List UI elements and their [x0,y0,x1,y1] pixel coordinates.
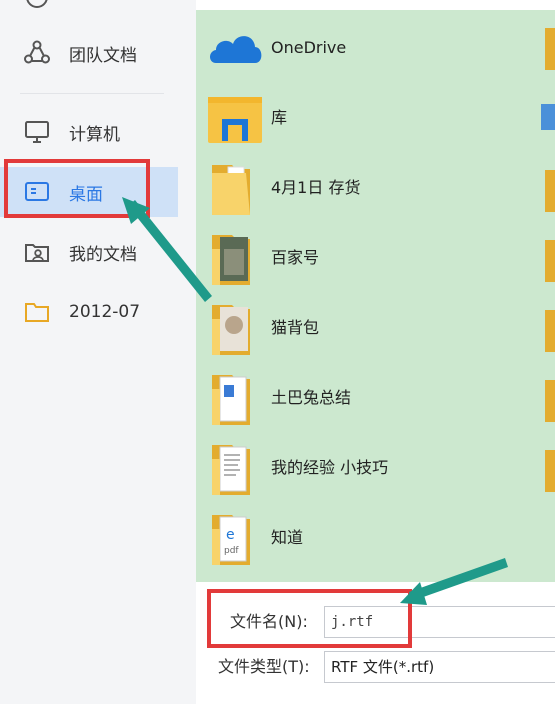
file-name: 4月1日 存货 [271,178,361,197]
file-name: 知道 [271,528,304,547]
partial-folder-icon [541,24,555,74]
svg-text:e: e [226,527,235,543]
file-name: 库 [271,108,288,127]
file-name: 猫背包 [271,318,320,337]
file-name: OneDrive [271,38,347,57]
highlight-box-desktop [4,159,150,218]
svg-text:pdf: pdf [224,546,239,556]
sidebar-item-label: 计算机 [69,124,120,145]
file-row-zhidao[interactable]: e pdf 知道 [196,503,536,573]
filetype-label: 文件类型(T): [218,657,310,676]
sidebar-item-label: 2012-07 [69,302,141,322]
folder-photo-icon [206,229,260,287]
file-name: 土巴兔总结 [271,388,352,407]
partial-computer-icon [541,96,555,146]
highlight-box-filename [207,589,412,648]
partial-icon [22,0,52,12]
partial-folder-icon [541,166,555,216]
partial-folder-icon [541,236,555,286]
sidebar-item-team-docs[interactable]: 团队文档 [0,28,178,78]
sidebar-item-2012-07[interactable]: 2012-07 [0,287,178,337]
sidebar-item-label: 团队文档 [69,45,137,66]
file-name: 百家号 [271,248,320,267]
partial-folder-icon [541,446,555,496]
file-row-library[interactable]: 库 [196,83,536,153]
sidebar-item-my-documents[interactable]: 我的文档 [0,227,178,277]
sidebar-divider [20,93,164,94]
folder-pdf-icon: e pdf [206,509,260,567]
filetype-select[interactable]: RTF 文件(*.rtf) [324,651,555,683]
folder-photo-icon [206,299,260,357]
folder-docs-icon [206,369,260,427]
sidebar-item-computer[interactable]: 计算机 [0,107,178,157]
file-row-tubatu[interactable]: 土巴兔总结 [196,363,536,433]
partial-folder-icon [541,306,555,356]
sidebar-item-partial[interactable] [0,0,178,22]
onedrive-cloud-icon [206,19,262,77]
file-row-4yue1ri[interactable]: 4月1日 存货 [196,153,536,223]
file-row-baijiahao[interactable]: 百家号 [196,223,536,293]
file-row-onedrive[interactable]: OneDrive [196,13,536,83]
team-share-icon [22,38,52,68]
library-icon [206,89,262,147]
sidebar-item-label: 我的文档 [69,244,137,265]
file-row-maobeibao[interactable]: 猫背包 [196,293,536,363]
file-name: 我的经验 小技巧 [271,458,389,477]
partial-folder-icon [541,376,555,426]
filetype-row: 文件类型(T): RTF 文件(*.rtf) [196,649,555,685]
folder-icon [22,297,52,327]
sidebar: 团队文档 计算机 桌面 我的文档 2012-07 [0,0,196,704]
filetype-value: RTF 文件(*.rtf) [331,658,435,676]
file-list: OneDrive 库 4月1日 存货 百家号 猫背包 土巴兔总结 我的经验 小技… [196,10,555,582]
monitor-icon [22,117,52,147]
folder-icon [206,159,260,217]
folder-docs-icon [206,439,260,497]
my-documents-icon [22,237,52,267]
file-row-wodejingyan[interactable]: 我的经验 小技巧 [196,433,536,503]
